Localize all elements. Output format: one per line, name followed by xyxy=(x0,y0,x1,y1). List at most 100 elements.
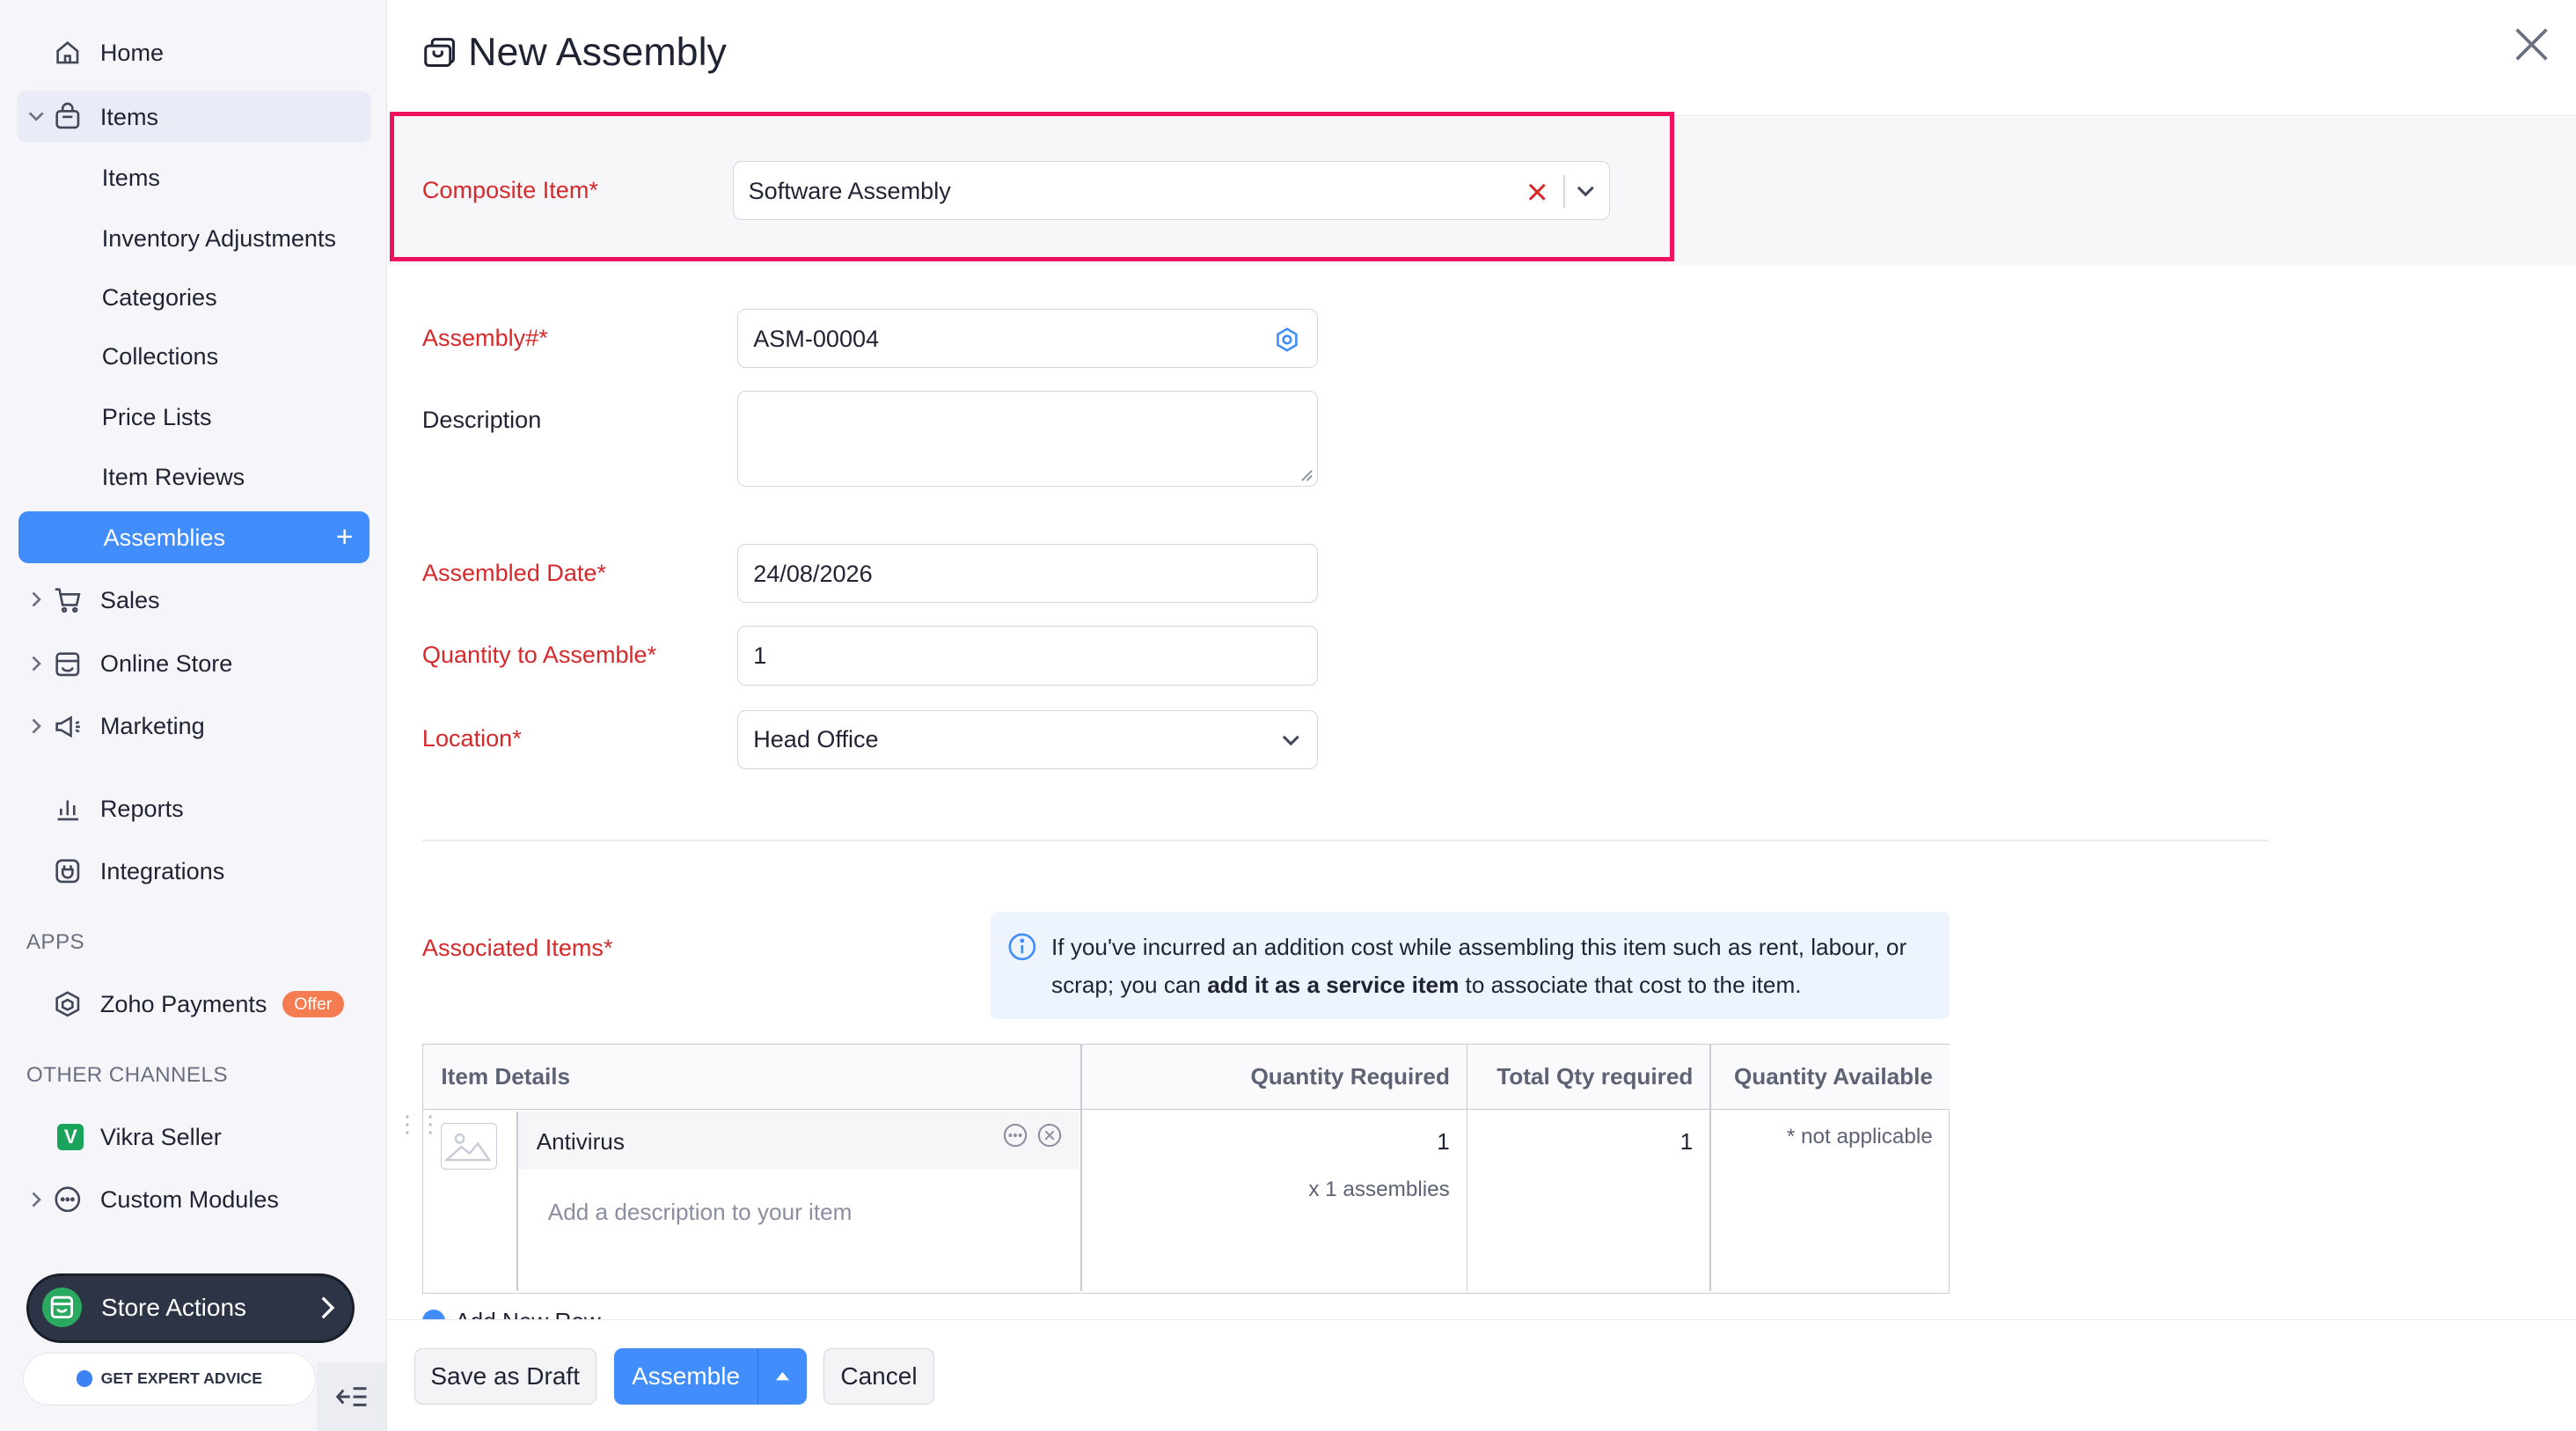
sidebar-item-integrations[interactable]: Integrations xyxy=(17,845,371,898)
sidebar-item-vikra-seller[interactable]: V Vikra Seller xyxy=(17,1111,371,1163)
add-assembly-plus-icon[interactable]: + xyxy=(336,521,354,554)
save-as-draft-button[interactable]: Save as Draft xyxy=(413,1348,596,1405)
assemble-dropdown-button[interactable] xyxy=(757,1348,807,1405)
column-divider xyxy=(1709,1044,1711,1291)
resize-handle-icon[interactable] xyxy=(1300,469,1314,482)
sidebar-item-label: Home xyxy=(99,38,165,66)
payments-icon xyxy=(55,991,79,1017)
sidebar-item-home[interactable]: Home xyxy=(17,26,371,79)
bar-chart-icon xyxy=(57,800,78,821)
expert-dot-icon xyxy=(76,1370,93,1387)
chevron-down-icon xyxy=(28,112,44,122)
section-divider xyxy=(421,840,2269,842)
assembly-number-value: ASM-00004 xyxy=(753,324,880,352)
sidebar-item-label: Integrations xyxy=(99,856,225,884)
collapse-sidebar-button[interactable] xyxy=(317,1361,386,1431)
gear-icon[interactable] xyxy=(1274,327,1300,353)
sidebar-item-assemblies[interactable]: Assemblies + xyxy=(18,510,370,564)
item-name: Antivirus xyxy=(536,1127,625,1155)
form-footer: Save as Draft Assemble Cancel xyxy=(387,1319,2576,1431)
sidebar-item-label: Online Store xyxy=(99,649,233,678)
sidebar: Home Items Items Inventory Adjustments C… xyxy=(0,0,387,1431)
drag-handle-icon[interactable]: ⋮⋮ xyxy=(396,1112,442,1146)
more-options-icon[interactable] xyxy=(1003,1123,1028,1148)
assembly-number-input[interactable]: ASM-00004 xyxy=(737,309,1318,369)
page-header: New Assembly xyxy=(387,0,2576,116)
sidebar-item-items-group[interactable]: Items xyxy=(16,90,371,143)
sidebar-item-label: Sales xyxy=(99,585,160,613)
quantity-value: 1 xyxy=(753,642,767,670)
associated-items-table: Item Details Quantity Required Total Qty… xyxy=(421,1043,1950,1294)
sidebar-item-categories[interactable]: Categories xyxy=(17,271,371,324)
location-select[interactable]: Head Office xyxy=(737,709,1318,769)
total-qty-value: 1 xyxy=(1680,1127,1694,1155)
close-icon[interactable] xyxy=(2514,26,2550,62)
chevron-right-icon xyxy=(32,718,41,734)
sidebar-item-label: Collections xyxy=(101,342,219,371)
chevron-right-icon xyxy=(321,1296,335,1319)
item-image-placeholder[interactable] xyxy=(441,1123,497,1170)
sidebar-item-collections[interactable]: Collections xyxy=(17,330,371,383)
sidebar-item-reports[interactable]: Reports xyxy=(17,782,371,835)
sidebar-item-label: Assemblies xyxy=(103,523,225,551)
store-icon xyxy=(55,651,79,676)
sidebar-item-label: Items xyxy=(101,163,160,191)
table-header-quantity-available: Quantity Available xyxy=(1709,1044,1950,1111)
offer-badge: Offer xyxy=(282,990,344,1018)
chevron-down-icon xyxy=(1283,735,1300,746)
quantity-required-value[interactable]: 1 xyxy=(1437,1128,1450,1156)
page-title: New Assembly xyxy=(468,29,727,74)
sidebar-item-marketing[interactable]: Marketing xyxy=(17,700,371,752)
assemble-button[interactable]: Assemble xyxy=(614,1348,757,1405)
sidebar-item-inventory-adjustments[interactable]: Inventory Adjustments xyxy=(17,212,371,265)
chevron-right-icon xyxy=(32,592,41,607)
apps-section-header: APPS xyxy=(26,929,85,954)
add-service-item-link[interactable]: add it as a service item xyxy=(1207,972,1459,998)
table-header-item-details: Item Details xyxy=(422,1044,1080,1111)
quantity-label: Quantity to Assemble* xyxy=(421,641,657,669)
vikra-logo-icon: V xyxy=(57,1124,84,1151)
bag-icon xyxy=(55,102,79,128)
remove-item-icon[interactable] xyxy=(1037,1123,1062,1148)
assembled-date-value: 24/08/2026 xyxy=(753,559,873,587)
sidebar-item-label: Item Reviews xyxy=(101,462,245,490)
sidebar-item-online-store[interactable]: Online Store xyxy=(17,638,371,691)
info-note-text-end: to associate that cost to the item. xyxy=(1459,971,1802,998)
location-label: Location* xyxy=(421,724,522,752)
sidebar-item-label: Vikra Seller xyxy=(99,1123,222,1151)
table-header-quantity-required: Quantity Required xyxy=(1079,1044,1467,1111)
description-label: Description xyxy=(421,406,542,434)
column-divider xyxy=(1079,1044,1082,1291)
location-value: Head Office xyxy=(753,725,879,753)
cart-icon xyxy=(55,588,81,613)
store-icon xyxy=(41,1288,82,1328)
cancel-button[interactable]: Cancel xyxy=(823,1348,935,1405)
item-name-field[interactable]: Antivirus xyxy=(518,1112,1079,1170)
info-note: If you've incurred an addition cost whil… xyxy=(990,912,1950,1019)
image-icon xyxy=(443,1134,492,1162)
sidebar-item-label: Items xyxy=(99,102,159,130)
column-divider xyxy=(1466,1044,1468,1291)
quantity-input[interactable]: 1 xyxy=(737,626,1318,686)
expert-advice-button[interactable]: GET EXPERT ADVICE xyxy=(23,1352,316,1405)
store-actions-button[interactable]: Store Actions xyxy=(26,1273,355,1343)
associated-items-label: Associated Items* xyxy=(421,933,613,961)
description-textarea[interactable] xyxy=(737,391,1318,487)
sidebar-item-label: Inventory Adjustments xyxy=(101,224,337,252)
sidebar-item-label: Categories xyxy=(101,283,217,311)
sidebar-item-label: Zoho Payments xyxy=(99,989,267,1017)
sidebar-item-item-reviews[interactable]: Item Reviews xyxy=(17,451,371,503)
plug-icon xyxy=(55,859,79,884)
home-icon xyxy=(56,40,79,64)
sidebar-item-label: Price Lists xyxy=(101,403,212,431)
chevron-right-icon xyxy=(32,1192,41,1207)
assembly-number-label: Assembly#* xyxy=(421,323,548,351)
sidebar-item-label: Reports xyxy=(99,794,184,822)
assembled-date-input[interactable]: 24/08/2026 xyxy=(737,544,1318,604)
sidebar-item-custom-modules[interactable]: Custom Modules xyxy=(17,1173,371,1226)
sidebar-item-sales[interactable]: Sales xyxy=(17,574,371,627)
sidebar-item-price-lists[interactable]: Price Lists xyxy=(17,391,371,444)
assembly-icon xyxy=(424,38,455,68)
sidebar-item-items[interactable]: Items xyxy=(17,151,371,204)
item-description-placeholder[interactable]: Add a description to your item xyxy=(548,1199,853,1226)
